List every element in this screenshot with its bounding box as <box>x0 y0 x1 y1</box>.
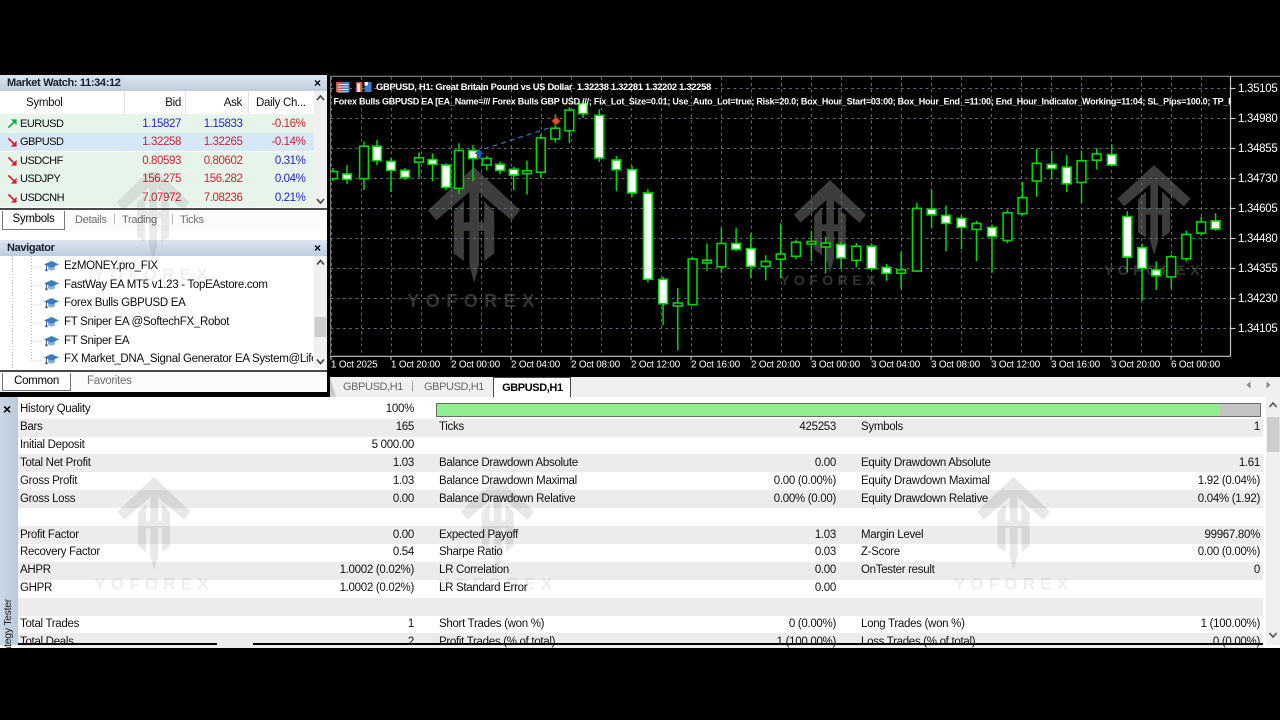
svg-text:6 Oct 00:00: 6 Oct 00:00 <box>1171 360 1221 371</box>
svg-text:1.34980: 1.34980 <box>1238 113 1277 125</box>
svg-text:1.34355: 1.34355 <box>1238 263 1277 275</box>
svg-text:GBPUSD, H1: Great Britain Poun: GBPUSD, H1: Great Britain Pound vs US Do… <box>376 81 711 92</box>
svg-text:3 Oct 00:00: 3 Oct 00:00 <box>811 360 861 371</box>
svg-text:3 Oct 20:00: 3 Oct 20:00 <box>1111 360 1161 371</box>
svg-text:1.35105: 1.35105 <box>1238 83 1277 95</box>
svg-text:YOFOREX: YOFOREX <box>407 291 541 311</box>
svg-text:2 Oct 20:00: 2 Oct 20:00 <box>751 360 801 371</box>
svg-text:3 Oct 08:00: 3 Oct 08:00 <box>931 360 981 371</box>
svg-text:2 Oct 04:00: 2 Oct 04:00 <box>511 360 561 371</box>
svg-text:2 Oct 16:00: 2 Oct 16:00 <box>691 360 741 371</box>
svg-text:2 Oct 00:00: 2 Oct 00:00 <box>451 360 501 371</box>
svg-text:1 Oct 2025: 1 Oct 2025 <box>331 360 378 371</box>
svg-text:2 Oct 12:00: 2 Oct 12:00 <box>631 360 681 371</box>
svg-text:2 Oct 08:00: 2 Oct 08:00 <box>571 360 621 371</box>
svg-text:YOFOREX: YOFOREX <box>780 272 880 288</box>
svg-text:1.34230: 1.34230 <box>1238 293 1277 305</box>
svg-text:Forex Bulls GBPUSD EA [EA_Name: Forex Bulls GBPUSD EA [EA_Name=/// Forex… <box>334 97 1247 107</box>
svg-text:1.34605: 1.34605 <box>1238 203 1277 215</box>
svg-text:1.34480: 1.34480 <box>1238 233 1277 245</box>
svg-text:3 Oct 12:00: 3 Oct 12:00 <box>991 360 1041 371</box>
svg-text:1.34730: 1.34730 <box>1238 173 1277 185</box>
svg-text:1 Oct 20:00: 1 Oct 20:00 <box>391 360 441 371</box>
svg-text:3 Oct 04:00: 3 Oct 04:00 <box>871 360 921 371</box>
svg-text:3 Oct 16:00: 3 Oct 16:00 <box>1051 360 1101 371</box>
svg-text:1.34855: 1.34855 <box>1238 143 1277 155</box>
svg-text:1.34105: 1.34105 <box>1238 323 1277 335</box>
